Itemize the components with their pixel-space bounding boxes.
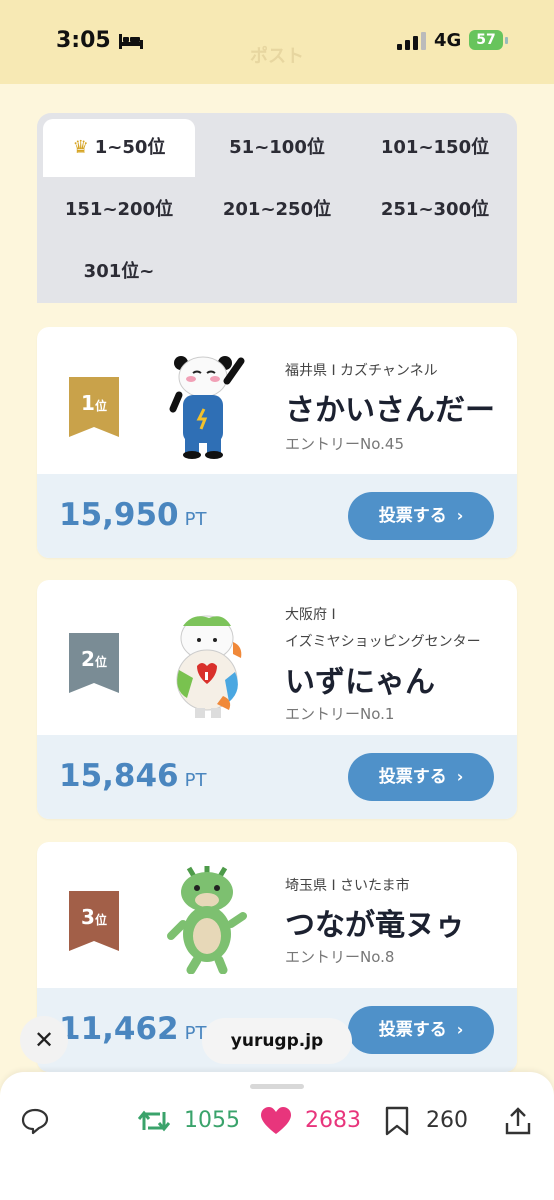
tab-301-plus[interactable]: 301位~ — [43, 243, 195, 301]
repost-count: 1055 — [184, 1108, 240, 1133]
rank-badge: 3位 — [69, 891, 119, 951]
bookmark-button[interactable]: 260 — [384, 1106, 474, 1136]
battery-level: 57 — [469, 30, 503, 50]
crown-icon: ♛ — [72, 137, 89, 158]
entry-location: 福井県 I カズチャンネル — [285, 363, 438, 379]
battery-tip — [505, 37, 508, 44]
reply-icon — [21, 1108, 49, 1135]
ranking-card-1[interactable]: 1位 福井県 I カズチャンネル さかいさんだー エントリーNo.45 15,9… — [37, 327, 517, 558]
sleep-mode-icon — [119, 34, 143, 49]
vote-button[interactable]: 投票する › — [348, 1006, 494, 1054]
chevron-right-icon: › — [456, 1020, 464, 1039]
mascot-name: さかいさんだー — [285, 393, 495, 428]
tab-251-300[interactable]: 251~300位 — [359, 181, 511, 239]
bookmark-count: 260 — [426, 1108, 468, 1133]
rank-badge: 1位 — [69, 377, 119, 437]
tab-201-250[interactable]: 201~250位 — [201, 181, 353, 239]
like-count: 2683 — [305, 1108, 361, 1133]
vote-points: 15,846 PT — [59, 758, 207, 794]
drag-handle[interactable] — [250, 1084, 304, 1089]
signal-strength-icon — [397, 32, 426, 50]
reply-button[interactable] — [20, 1106, 50, 1136]
heart-icon — [261, 1107, 291, 1134]
entry-affiliation: イズミヤショッピングセンター — [285, 634, 481, 650]
tab-label: 1~50位 — [94, 137, 166, 158]
status-bar: ポスト 3:05 4G 57 — [0, 0, 554, 84]
vote-points: 15,950 PT — [59, 497, 207, 533]
post-action-bar: 1055 2683 260 — [0, 1072, 554, 1200]
rank-range-tabs: ♛ 1~50位 51~100位 101~150位 151~200位 201~250… — [37, 113, 517, 303]
like-button[interactable]: 2683 — [260, 1106, 370, 1136]
entry-number: エントリーNo.8 — [285, 948, 395, 966]
card-footer: 15,846 PT 投票する › — [37, 735, 517, 819]
chevron-right-icon: › — [456, 767, 464, 786]
tab-101-150[interactable]: 101~150位 — [359, 119, 511, 177]
mascot-name: いずにゃん — [285, 665, 435, 700]
mascot-image — [167, 866, 247, 974]
rank-badge: 2位 — [69, 633, 119, 693]
entry-number: エントリーNo.1 — [285, 705, 395, 723]
tab-151-200[interactable]: 151~200位 — [43, 181, 195, 239]
share-icon — [505, 1107, 531, 1135]
vote-points: 11,462 PT — [59, 1011, 207, 1047]
repost-button[interactable]: 1055 — [138, 1106, 248, 1136]
vote-button[interactable]: 投票する › — [348, 753, 494, 801]
entry-number: エントリーNo.45 — [285, 435, 404, 453]
close-button[interactable]: ✕ — [20, 1016, 68, 1064]
network-type: 4G — [434, 30, 462, 51]
mascot-name: つなが竜ヌゥ — [285, 908, 465, 943]
bookmark-icon — [385, 1106, 409, 1136]
entry-location: 大阪府 I — [285, 607, 336, 623]
chevron-right-icon: › — [456, 506, 464, 525]
card-footer: 15,950 PT 投票する › — [37, 474, 517, 558]
ranking-card-2[interactable]: 2位 大阪府 I イズミヤショッピングセンター いずにゃん エントリーNo.1 … — [37, 580, 517, 819]
share-button[interactable] — [504, 1106, 534, 1136]
tab-1-50[interactable]: ♛ 1~50位 — [43, 119, 195, 177]
mascot-image — [176, 615, 242, 718]
tab-51-100[interactable]: 51~100位 — [201, 119, 353, 177]
status-time: 3:05 — [56, 28, 111, 53]
source-url-link[interactable]: yurugp.jp — [202, 1018, 352, 1064]
vote-button[interactable]: 投票する › — [348, 492, 494, 540]
repost-icon — [138, 1110, 170, 1132]
entry-location: 埼玉県 I さいたま市 — [285, 878, 410, 894]
mascot-image — [169, 356, 245, 459]
